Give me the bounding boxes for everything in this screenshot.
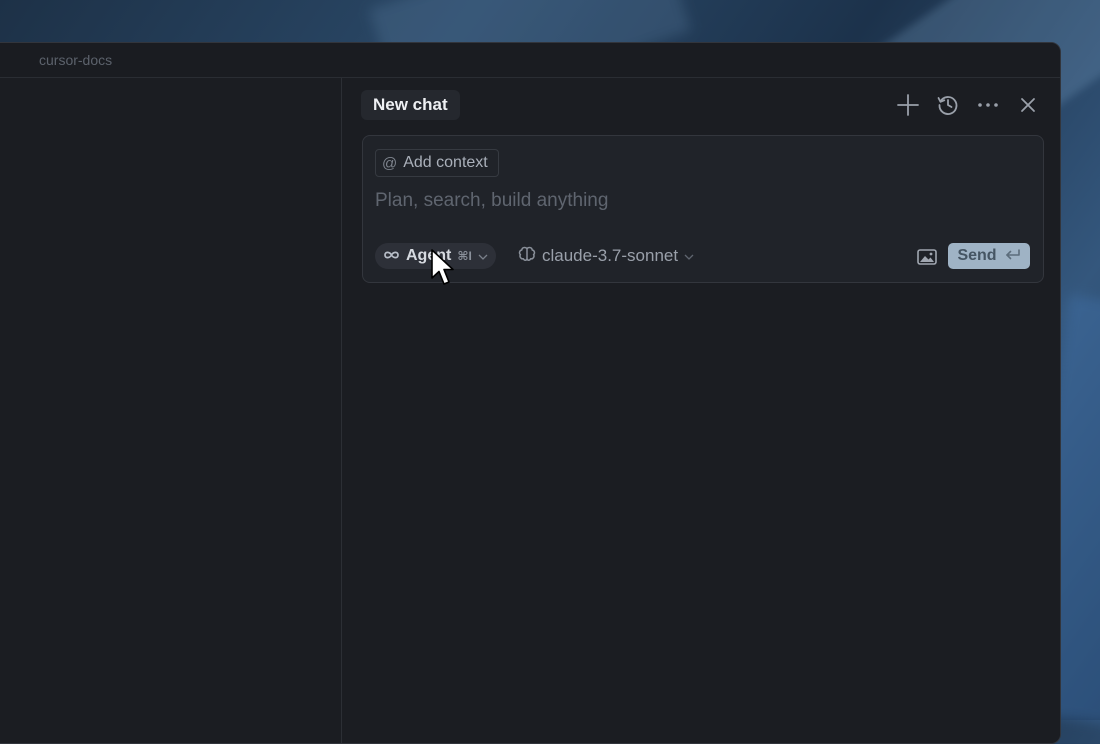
mode-select[interactable]: Agent ⌘I xyxy=(375,243,496,269)
more-icon[interactable] xyxy=(972,92,1004,118)
mode-label: Agent xyxy=(406,247,452,264)
plus-icon[interactable] xyxy=(892,92,924,118)
return-key-icon xyxy=(1005,248,1021,264)
history-icon[interactable] xyxy=(932,92,964,118)
window-title: cursor-docs xyxy=(39,52,113,68)
title-bar: cursor-docs xyxy=(0,43,1060,78)
send-label: Send xyxy=(957,247,997,264)
model-label: claude-3.7-sonnet xyxy=(542,246,679,265)
chevron-down-icon xyxy=(684,247,694,265)
send-button[interactable]: Send xyxy=(948,243,1030,269)
brain-icon xyxy=(518,246,536,267)
infinity-icon xyxy=(383,247,400,265)
add-context-label: Add context xyxy=(403,154,488,171)
chat-pane: New chat @ Add context Plan, search, bui… xyxy=(342,78,1060,743)
image-icon[interactable] xyxy=(915,246,939,268)
app-window: cursor-docs New chat @ Add context Plan,… xyxy=(0,42,1061,744)
at-sign-icon: @ xyxy=(382,154,398,172)
chevron-down-icon xyxy=(478,247,488,265)
add-context-button[interactable]: @ Add context xyxy=(375,149,499,177)
chat-composer: @ Add context Agent ⌘I xyxy=(362,135,1044,283)
tab-new-chat[interactable]: New chat xyxy=(361,90,460,120)
editor-area[interactable] xyxy=(0,78,341,743)
mode-shortcut: ⌘I xyxy=(457,249,472,263)
chat-tab-label: New chat xyxy=(373,95,448,114)
model-select[interactable]: claude-3.7-sonnet xyxy=(518,243,694,269)
close-icon[interactable] xyxy=(1012,92,1044,118)
prompt-input[interactable] xyxy=(375,186,975,216)
chat-header-actions xyxy=(892,92,1044,118)
